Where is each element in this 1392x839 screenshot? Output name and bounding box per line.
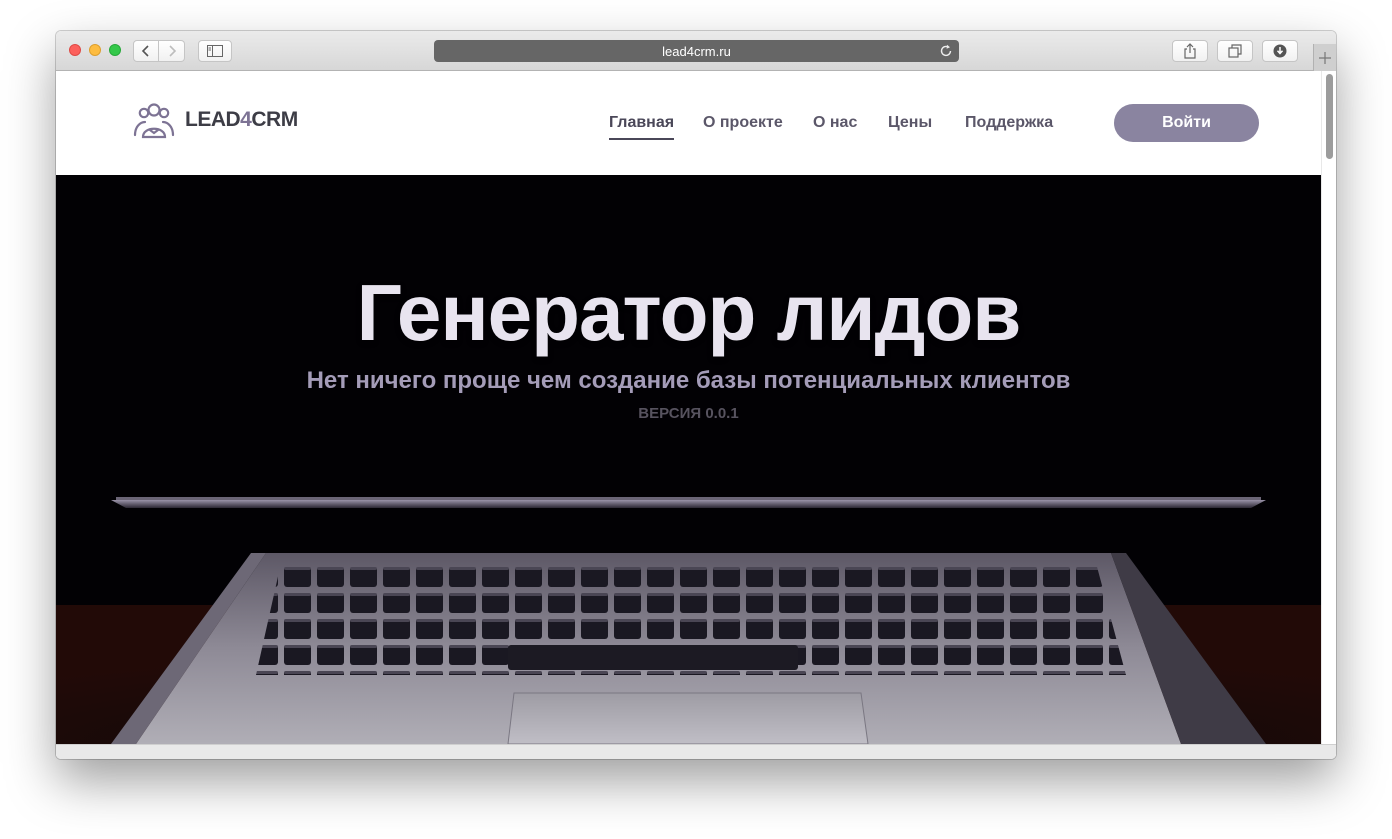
url-text: lead4crm.ru — [662, 43, 731, 59]
download-icon — [1273, 44, 1287, 58]
minimize-window-button[interactable] — [89, 44, 101, 56]
site-logo[interactable]: LEAD4CRM — [133, 101, 298, 139]
nav-link-home[interactable]: Главная — [609, 114, 675, 140]
vertical-scrollbar[interactable] — [1321, 71, 1336, 744]
laptop-keyboard-image — [56, 497, 1321, 744]
browser-toolbar: lead4crm.ru — [56, 31, 1336, 71]
nav-link-support[interactable]: Поддержка — [965, 114, 1053, 140]
address-bar[interactable]: lead4crm.ru — [434, 40, 959, 62]
back-button[interactable] — [133, 40, 159, 62]
site-header: LEAD4CRM Главная О проекте О нас Цены По… — [56, 71, 1321, 175]
nav-link-prices[interactable]: Цены — [888, 114, 932, 140]
logo-text: LEAD4CRM — [185, 108, 298, 131]
tabs-overview-icon — [1228, 44, 1242, 58]
hero-section: Генератор лидов Нет ничего проще чем соз… — [56, 175, 1321, 744]
chevron-left-icon — [141, 45, 149, 57]
forward-button[interactable] — [159, 40, 185, 62]
sidebar-button[interactable] — [198, 40, 232, 62]
tabs-overview-button[interactable] — [1217, 40, 1253, 62]
page-viewport: LEAD4CRM Главная О проекте О нас Цены По… — [56, 71, 1336, 759]
reload-icon[interactable] — [940, 44, 953, 58]
login-button[interactable]: Войти — [1114, 104, 1259, 142]
zoom-window-button[interactable] — [109, 44, 121, 56]
share-button[interactable] — [1172, 40, 1208, 62]
people-group-icon — [133, 103, 175, 139]
downloads-button[interactable] — [1262, 40, 1298, 62]
horizontal-scrollbar[interactable] — [56, 744, 1336, 759]
chevron-right-icon — [168, 45, 176, 57]
nav-link-about[interactable]: О нас — [813, 114, 857, 140]
close-window-button[interactable] — [69, 44, 81, 56]
share-icon — [1184, 43, 1196, 59]
sidebar-icon — [207, 45, 223, 57]
scrollbar-thumb[interactable] — [1326, 74, 1333, 159]
browser-window: lead4crm.ru LEAD4CRM Главная О проекте О… — [56, 31, 1336, 759]
nav-link-project[interactable]: О проекте — [703, 114, 783, 140]
hero-subtitle: Нет ничего проще чем создание базы потен… — [306, 367, 1071, 394]
new-tab-button[interactable] — [1313, 44, 1336, 71]
hero-title: Генератор лидов — [356, 268, 1022, 357]
plus-icon — [1319, 51, 1331, 64]
version-label: ВЕРСИЯ 0.0.1 — [638, 405, 739, 422]
